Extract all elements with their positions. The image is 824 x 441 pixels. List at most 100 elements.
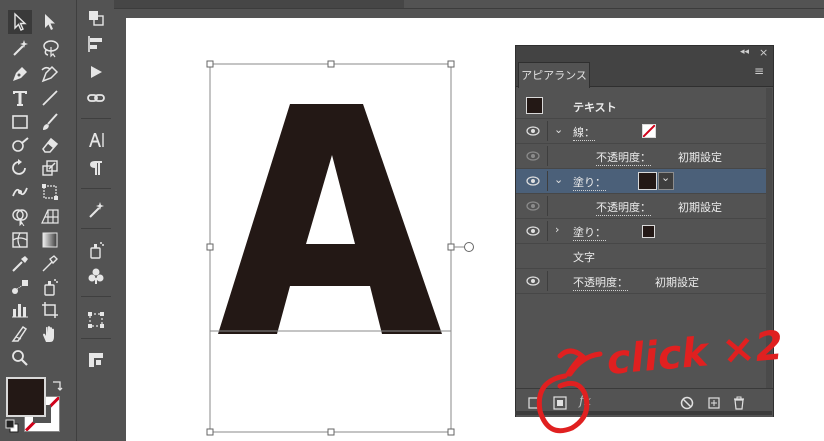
out-port-handle[interactable] xyxy=(464,242,474,252)
transform-panel-icon[interactable] xyxy=(84,308,108,332)
visibility-eye-icon[interactable] xyxy=(526,276,540,286)
opacity-label[interactable]: 不透明度： xyxy=(573,274,628,291)
play-action-icon[interactable] xyxy=(84,60,108,84)
bbox-handle[interactable] xyxy=(447,60,455,68)
color-guide-panel-icon[interactable] xyxy=(84,348,108,372)
opacity-label[interactable]: 不透明度： xyxy=(596,149,651,166)
panel-menu-icon[interactable]: ≡ xyxy=(754,64,764,78)
free-transform-tool-icon[interactable] xyxy=(38,180,62,204)
secondary-panel-dock xyxy=(76,0,115,441)
scale-tool-icon[interactable] xyxy=(38,156,62,180)
measure-tool-icon[interactable] xyxy=(38,252,62,276)
character-panel-icon[interactable] xyxy=(84,128,108,152)
panel-title-strip: ◂◂ × xyxy=(516,46,773,60)
fill-row-selected[interactable]: ⌄ 塗り： ⌄ xyxy=(516,169,766,194)
dock-divider xyxy=(81,228,111,229)
visibility-eye-icon[interactable] xyxy=(526,201,540,211)
shaper-tool-icon[interactable] xyxy=(8,133,32,157)
slice-tool-icon[interactable] xyxy=(8,322,32,346)
stroke-opacity-row[interactable]: 不透明度： 初期設定 xyxy=(516,144,766,169)
close-panel-icon[interactable]: × xyxy=(759,46,768,59)
artboard-tool-icon[interactable] xyxy=(38,298,62,322)
visibility-eye-icon[interactable] xyxy=(526,226,540,236)
chevron-down-icon: ⌄ xyxy=(661,171,671,184)
rectangle-tool-icon[interactable] xyxy=(8,110,32,134)
fill-label[interactable]: 塗り： xyxy=(573,174,606,191)
zoom-tool-icon[interactable] xyxy=(8,346,32,370)
bbox-handle[interactable] xyxy=(206,60,214,68)
fill-swatch-front[interactable] xyxy=(6,377,46,417)
swap-fill-stroke-icon[interactable] xyxy=(50,378,64,392)
annotation-text: click ×2 xyxy=(605,323,785,384)
fill-color-swatch[interactable] xyxy=(638,172,657,190)
visibility-eye-icon[interactable] xyxy=(526,126,540,136)
hand-tool-icon[interactable] xyxy=(38,322,62,346)
links-panel-icon[interactable] xyxy=(84,86,108,110)
opacity-value: 初期設定 xyxy=(678,201,722,214)
dock-divider xyxy=(81,118,111,119)
opacity-label[interactable]: 不透明度： xyxy=(596,199,651,216)
pen-tool-icon[interactable] xyxy=(8,62,32,86)
opacity-value: 初期設定 xyxy=(678,151,722,164)
document-tab-strip xyxy=(114,0,404,8)
magic-wand-tool-icon[interactable] xyxy=(8,36,32,60)
default-fill-stroke-icon[interactable] xyxy=(5,418,19,433)
chevron-down-icon[interactable]: ⌄ xyxy=(554,173,563,186)
column-graph-tool-icon[interactable] xyxy=(8,298,32,322)
direct-selection-tool-icon[interactable] xyxy=(38,10,62,34)
collapse-panel-icon[interactable]: ◂◂ xyxy=(740,47,749,57)
appearance-title-row[interactable]: テキスト xyxy=(516,94,766,119)
width-tool-icon[interactable] xyxy=(8,180,32,204)
fill-opacity-row[interactable]: 不透明度： 初期設定 xyxy=(516,194,766,219)
type-tool-icon[interactable] xyxy=(8,86,32,110)
paragraph-panel-icon[interactable] xyxy=(84,156,108,180)
bbox-handle[interactable] xyxy=(327,428,335,436)
gradient-tool-icon[interactable] xyxy=(38,228,62,252)
visibility-eye-icon[interactable] xyxy=(526,176,540,186)
pathfinder-panel-icon[interactable] xyxy=(84,6,108,30)
fill-dropdown[interactable]: ⌄ xyxy=(658,171,674,190)
letter-a-glyph[interactable] xyxy=(218,104,442,334)
fill-label[interactable]: 塗り： xyxy=(573,224,606,241)
dock-divider xyxy=(81,188,111,189)
visibility-eye-icon[interactable] xyxy=(526,151,540,161)
shape-builder-tool-icon[interactable] xyxy=(8,204,32,228)
object-opacity-row[interactable]: 不透明度： 初期設定 xyxy=(516,269,766,294)
chevron-right-icon[interactable]: › xyxy=(555,223,559,236)
characters-row[interactable]: 文字 xyxy=(516,244,766,269)
bbox-handle[interactable] xyxy=(206,428,214,436)
magic-wand-panel-icon[interactable] xyxy=(84,198,108,222)
symbol-sprayer-tool-icon[interactable] xyxy=(38,275,62,299)
opacity-value: 初期設定 xyxy=(655,276,699,289)
fill-row[interactable]: › 塗り： xyxy=(516,219,766,244)
perspective-grid-tool-icon[interactable] xyxy=(38,204,62,228)
eyedropper-tool-icon[interactable] xyxy=(8,252,32,276)
curvature-tool-icon[interactable] xyxy=(38,62,62,86)
bbox-handle[interactable] xyxy=(447,428,455,436)
eye-separator xyxy=(547,196,548,216)
tab-appearance[interactable]: アピアランス xyxy=(518,62,590,88)
canvas-top-border xyxy=(114,8,824,9)
symbols-panel-icon[interactable] xyxy=(84,264,108,288)
dock-divider xyxy=(81,338,111,339)
bbox-handle[interactable] xyxy=(447,243,455,251)
paintbrush-tool-icon[interactable] xyxy=(38,110,62,134)
fill-color-swatch[interactable] xyxy=(642,225,655,238)
symbol-sprayer-panel-icon[interactable] xyxy=(84,238,108,262)
rotate-tool-icon[interactable] xyxy=(8,156,32,180)
chevron-down-icon[interactable]: ⌄ xyxy=(554,123,563,136)
line-tool-icon[interactable] xyxy=(38,86,62,110)
stroke-none-swatch[interactable] xyxy=(642,124,656,138)
stroke-label[interactable]: 線： xyxy=(573,124,595,141)
stroke-row[interactable]: ⌄ 線： xyxy=(516,119,766,144)
eye-separator xyxy=(547,171,548,191)
blend-tool-icon[interactable] xyxy=(8,275,32,299)
lasso-tool-icon[interactable] xyxy=(38,36,62,60)
bbox-handle[interactable] xyxy=(206,243,214,251)
eraser-tool-icon[interactable] xyxy=(38,133,62,157)
selection-tool-icon[interactable] xyxy=(8,10,32,34)
characters-label: 文字 xyxy=(573,251,595,264)
bbox-handle[interactable] xyxy=(327,60,335,68)
mesh-tool-icon[interactable] xyxy=(8,228,32,252)
align-panel-icon[interactable] xyxy=(84,32,108,56)
